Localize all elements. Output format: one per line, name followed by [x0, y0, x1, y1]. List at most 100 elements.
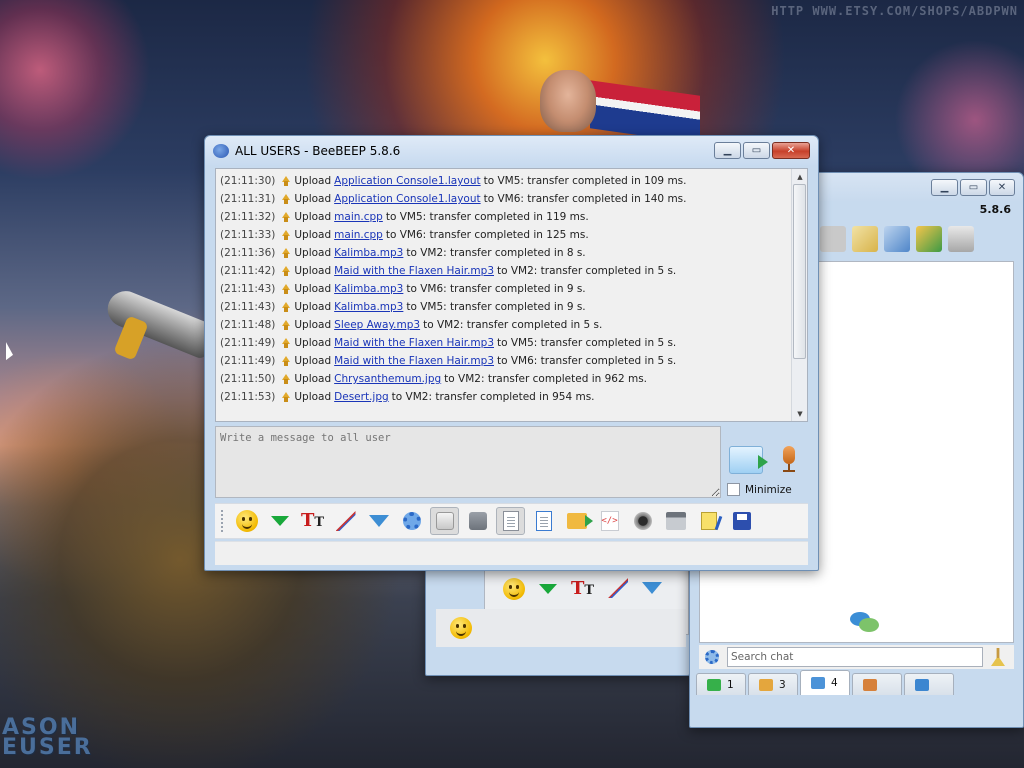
- trash-icon[interactable]: [948, 226, 974, 252]
- minimize-button[interactable]: ▁: [714, 142, 741, 159]
- file-link[interactable]: Maid with the Flaxen Hair.mp3: [334, 352, 494, 370]
- file-link[interactable]: main.cpp: [334, 226, 383, 244]
- scroll-thumb[interactable]: [793, 184, 806, 359]
- tab-chats[interactable]: 4: [800, 670, 850, 695]
- chat-line-status: to VM2: transfer completed in 8 s.: [406, 247, 586, 259]
- save-button[interactable]: [727, 507, 756, 535]
- message-input[interactable]: [215, 426, 721, 498]
- close-button[interactable]: ✕: [989, 179, 1015, 196]
- status-bar: [215, 541, 808, 565]
- tools-icon[interactable]: [884, 226, 910, 252]
- emoticon-icon: [450, 617, 472, 639]
- minimize-checkbox-row[interactable]: Minimize: [727, 483, 792, 496]
- filter-button[interactable]: [364, 507, 393, 535]
- file-link[interactable]: Desert.jpg: [334, 388, 389, 406]
- search-row: [699, 645, 1014, 669]
- chat-line-timestamp: (21:11:42): [220, 265, 276, 277]
- chat-line: (21:11:49) Upload Maid with the Flaxen Hai…: [220, 352, 787, 370]
- close-button[interactable]: ✕: [772, 142, 810, 159]
- file-link[interactable]: Application Console1.layout: [334, 172, 480, 190]
- file-link[interactable]: Sleep Away.mp3: [334, 316, 420, 334]
- search-options-gear-icon[interactable]: [705, 650, 719, 664]
- chat-line-action: Upload: [294, 193, 332, 205]
- chat-line: (21:11:33) Upload main.cpp to VM6: transfer…: [220, 226, 787, 244]
- chat-line-timestamp: (21:11:49): [220, 355, 276, 367]
- scroll-up-arrow-icon[interactable]: ▲: [792, 169, 808, 184]
- portrait-image: [540, 70, 596, 132]
- file-link[interactable]: Kalimba.mp3: [334, 244, 403, 262]
- expand-button[interactable]: [265, 507, 294, 535]
- folder-icon[interactable]: [820, 226, 846, 252]
- edit-icon[interactable]: [852, 226, 878, 252]
- dictionary-button[interactable]: [463, 507, 492, 535]
- maximize-button[interactable]: ▭: [743, 142, 770, 159]
- chat-log[interactable]: (21:11:30) Upload Application Console1.lay…: [215, 168, 808, 422]
- file-link[interactable]: Maid with the Flaxen Hair.mp3: [334, 262, 494, 280]
- upload-arrow-icon: [279, 193, 291, 205]
- chat-line: (21:11:32) Upload main.cpp to VM5: transfer…: [220, 208, 787, 226]
- file-link[interactable]: Kalimba.mp3: [334, 298, 403, 316]
- send-message-icon[interactable]: [729, 446, 768, 474]
- upload-arrow-icon: [279, 175, 291, 187]
- upload-arrow-icon: [279, 373, 291, 385]
- save-chat-button[interactable]: [529, 507, 558, 535]
- chat-line-timestamp: (21:11:36): [220, 247, 276, 259]
- all-users-chat-window[interactable]: ALL USERS - BeeBEEP 5.8.6 ▁ ▭ ✕ (21:11:3…: [204, 135, 819, 571]
- tab-pin[interactable]: [904, 673, 954, 695]
- pin-icon: [915, 678, 929, 691]
- file-link[interactable]: Application Console1.layout: [334, 190, 480, 208]
- maximize-button[interactable]: ▭: [960, 179, 987, 196]
- chat-line-action: Upload: [294, 301, 332, 313]
- upload-arrow-icon: [279, 319, 291, 331]
- chat-scrollbar[interactable]: ▲ ▼: [791, 169, 807, 421]
- save-chat-icon: [535, 511, 552, 531]
- upload-arrow-icon: [279, 391, 291, 403]
- file-link[interactable]: Chrysanthemum.jpg: [334, 370, 441, 388]
- chat-line-status: to VM5: transfer completed in 5 s.: [497, 337, 677, 349]
- background-window[interactable]: TT: [425, 566, 690, 676]
- file-link[interactable]: Kalimba.mp3: [334, 280, 403, 298]
- chat-line-timestamp: (21:11:31): [220, 193, 276, 205]
- emoticon-button[interactable]: [232, 507, 261, 535]
- chat-line-action: Upload: [294, 355, 332, 367]
- tab-groups[interactable]: 3: [748, 673, 798, 695]
- chat-line-timestamp: (21:11:49): [220, 337, 276, 349]
- calendar-button[interactable]: [661, 507, 690, 535]
- color-button[interactable]: [331, 507, 360, 535]
- font-button[interactable]: TT: [298, 507, 327, 535]
- tab-users[interactable]: 1: [696, 673, 746, 695]
- edit-note-button[interactable]: [694, 507, 723, 535]
- color-icon: [335, 511, 356, 531]
- network-update-icon[interactable]: [916, 226, 942, 252]
- upload-arrow-icon: [279, 229, 291, 241]
- scroll-down-arrow-icon[interactable]: ▼: [792, 406, 808, 421]
- send-file-button[interactable]: [562, 507, 593, 535]
- html-code-button[interactable]: </>: [595, 507, 624, 535]
- word-complete-button[interactable]: [496, 507, 525, 535]
- chat-line-status: to VM2: transfer completed in 954 ms.: [391, 391, 595, 403]
- toolbar-grip[interactable]: [221, 510, 224, 532]
- side-tabs: 1 3 4: [696, 670, 954, 695]
- tab-network[interactable]: [852, 673, 902, 695]
- groups-icon: [759, 678, 773, 691]
- window-title: ALL USERS - BeeBEEP 5.8.6: [235, 144, 401, 158]
- clear-search-broom-icon[interactable]: [991, 648, 1005, 666]
- search-chat-input[interactable]: [727, 647, 983, 667]
- voice-message-microphone-icon[interactable]: [780, 446, 798, 474]
- chat-line-timestamp: (21:11:53): [220, 391, 276, 403]
- file-link[interactable]: Maid with the Flaxen Hair.mp3: [334, 334, 494, 352]
- settings-button[interactable]: [397, 507, 426, 535]
- file-link[interactable]: main.cpp: [334, 208, 383, 226]
- word-complete-icon: [502, 511, 519, 531]
- chat-line: (21:11:42) Upload Maid with the Flaxen Hai…: [220, 262, 787, 280]
- upload-arrow-icon: [279, 265, 291, 277]
- filter-icon: [368, 515, 389, 527]
- version-label: 5.8.6: [979, 203, 1011, 216]
- logo-line-2: EUSER: [2, 735, 93, 760]
- spellcheck-button[interactable]: [430, 507, 459, 535]
- minimize-checkbox[interactable]: [727, 483, 740, 496]
- chat-line-status: to VM6: transfer completed in 125 ms.: [385, 229, 589, 241]
- minimize-button[interactable]: ▁: [931, 179, 958, 196]
- screenshot-button[interactable]: [628, 507, 657, 535]
- background-window-bottom-row: [436, 609, 686, 647]
